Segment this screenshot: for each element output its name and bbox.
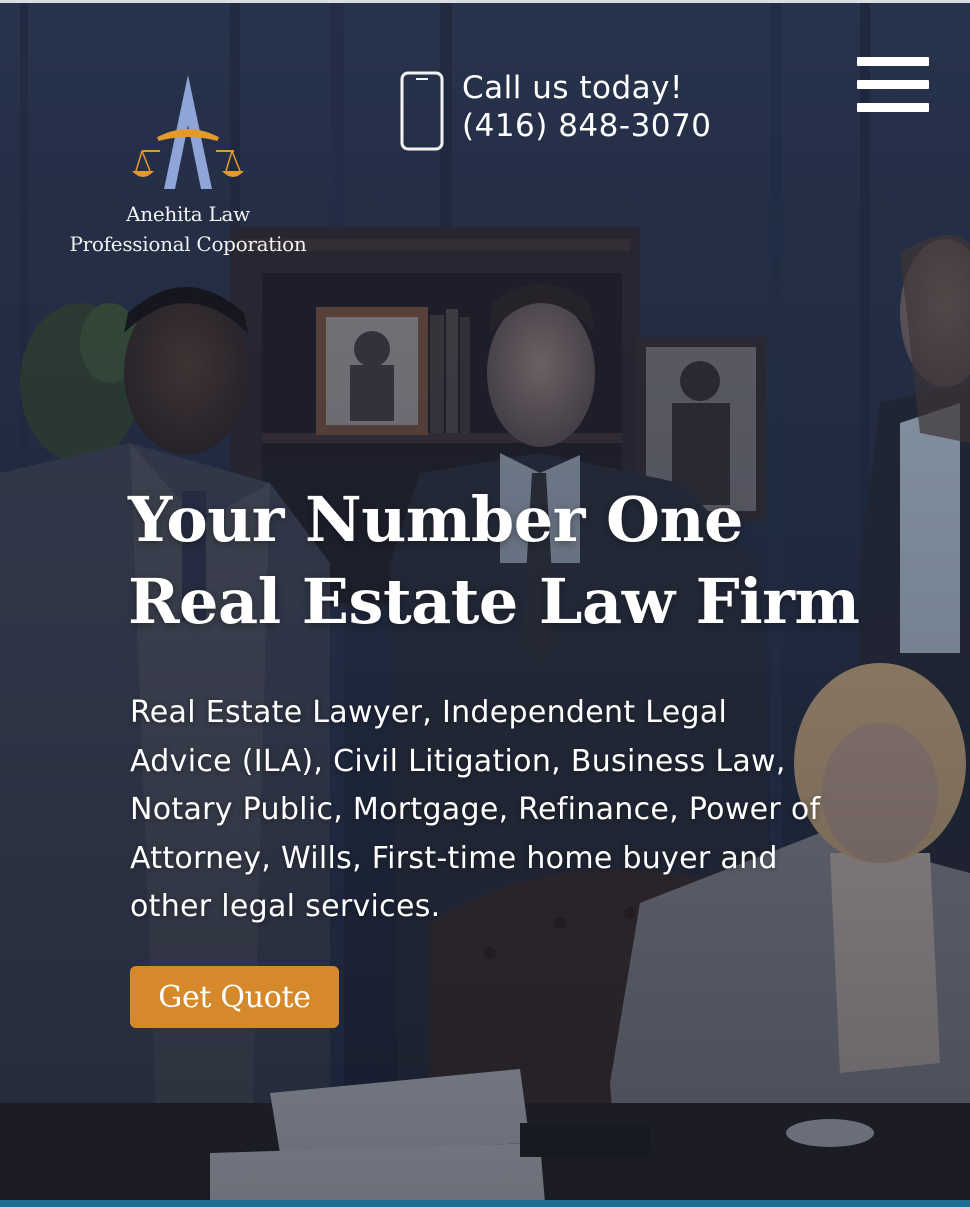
- bottom-accent-bar: [0, 1200, 970, 1207]
- hamburger-menu-icon[interactable]: [857, 57, 929, 113]
- hero-title-line2: Real Estate Law Firm: [128, 565, 860, 638]
- brand-name: Anehita Law Professional Coporation: [60, 199, 316, 259]
- brand-logo[interactable]: Anehita Law Professional Coporation: [60, 65, 316, 259]
- get-quote-button[interactable]: Get Quote: [130, 966, 339, 1028]
- hero-section: Anehita Law Professional Coporation Call…: [0, 0, 970, 1207]
- hero-title: Your Number One Real Estate Law Firm: [128, 479, 908, 643]
- call-us-label: Call us today!: [462, 70, 683, 106]
- hamburger-bar: [857, 57, 929, 66]
- scales-of-justice-a-logo-icon: [132, 75, 244, 189]
- hamburger-bar: [857, 80, 929, 89]
- contact-phone[interactable]: Call us today! (416) 848-3070: [398, 69, 738, 151]
- contact-text: Call us today! (416) 848-3070: [462, 69, 711, 145]
- smartphone-icon: [400, 71, 444, 151]
- hamburger-bar: [857, 103, 929, 112]
- hero-description: Real Estate Lawyer, Independent Legal Ad…: [130, 695, 821, 924]
- hero-title-line1: Your Number One: [128, 483, 743, 556]
- brand-name-line1: Anehita Law: [126, 202, 250, 226]
- brand-name-line2: Professional Coporation: [69, 232, 307, 256]
- phone-number[interactable]: (416) 848-3070: [462, 107, 711, 145]
